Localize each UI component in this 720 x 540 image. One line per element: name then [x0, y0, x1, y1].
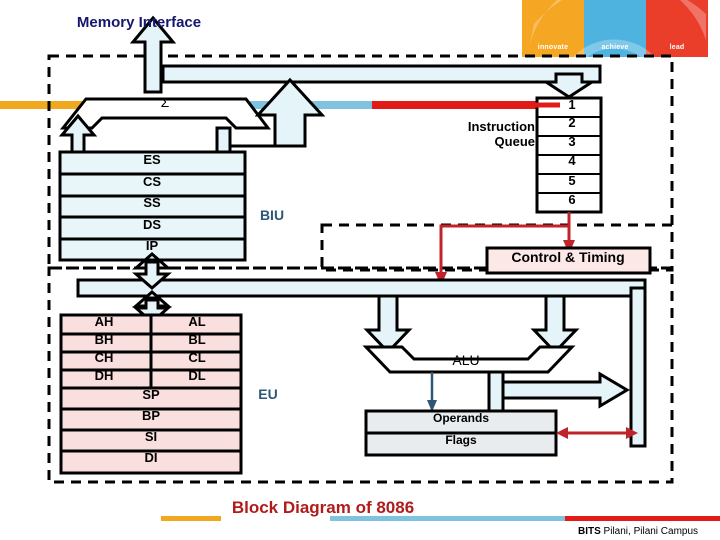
- segment-register-ds: DS: [143, 217, 161, 232]
- footer-brand: BITS Pilani, Pilani Campus: [578, 526, 698, 537]
- svg-text:BITS Pilani, Pilani Campus: BITS Pilani, Pilani Campus: [578, 526, 698, 537]
- control-timing-label: Control & Timing: [511, 249, 624, 265]
- register-dh: DH: [95, 368, 114, 383]
- instruction-queue-label-line1: Instruction: [468, 119, 535, 134]
- queue-slot-1: 1: [568, 97, 575, 112]
- eu-label: EU: [258, 386, 277, 402]
- register-bp: BP: [142, 408, 160, 423]
- register-dl: DL: [188, 368, 205, 383]
- instruction-queue-box: 1 2 3 4 5 6: [535, 96, 603, 214]
- logo-text-lead: lead: [670, 44, 685, 51]
- register-ah: AH: [95, 314, 114, 329]
- alu-to-operands-arrow: [427, 372, 437, 412]
- flags-control-link: [556, 427, 638, 439]
- slide-canvas: innovate achieve lead Memory Interface Σ: [0, 0, 720, 540]
- register-bl: BL: [188, 332, 205, 347]
- logo-text-innovate: innovate: [538, 44, 568, 51]
- register-sp: SP: [142, 387, 160, 402]
- alu-label: ALU: [452, 352, 479, 368]
- queue-slot-4: 4: [568, 153, 576, 168]
- logo-text-achieve: achieve: [601, 44, 628, 51]
- segment-registers-box: ES CS SS DS IP: [58, 150, 247, 262]
- queue-slot-3: 3: [568, 134, 575, 149]
- memory-interface-label: Memory Interface: [77, 14, 201, 31]
- register-bh: BH: [95, 332, 114, 347]
- footer-brand-rest: Pilani, Pilani Campus: [601, 526, 698, 537]
- queue-slot-5: 5: [568, 173, 575, 188]
- alu-input-arrows: [363, 294, 580, 355]
- register-si: SI: [145, 429, 157, 444]
- title-rule-orange: [161, 516, 221, 521]
- alu-block: ALU: [362, 345, 576, 374]
- register-cl: CL: [188, 350, 205, 365]
- operands-flags-box: Operands Flags: [364, 409, 558, 457]
- biu-label: BIU: [260, 207, 284, 223]
- title-banner: Block Diagram of 8086: [161, 498, 720, 521]
- instruction-queue-label-line2: Queue: [495, 134, 535, 149]
- queue-slot-2: 2: [568, 115, 575, 130]
- register-di: DI: [145, 450, 158, 465]
- queue-slot-6: 6: [568, 192, 575, 207]
- footer-brand-bold: BITS: [578, 526, 601, 537]
- register-al: AL: [188, 314, 205, 329]
- eu-data-bus: [76, 278, 647, 298]
- biu-address-bus: [161, 64, 602, 84]
- bus-feed-arrow: [254, 77, 326, 148]
- register-ch: CH: [95, 350, 114, 365]
- general-registers-box: AH AL BH BL CH CL DH DL SP BP SI DI: [59, 313, 243, 475]
- title-rule-red: [565, 516, 720, 521]
- segment-register-ss: SS: [143, 195, 161, 210]
- segment-register-cs: CS: [143, 174, 161, 189]
- page-title: Block Diagram of 8086: [232, 498, 414, 517]
- segment-register-ip: IP: [146, 238, 159, 253]
- segment-register-es: ES: [143, 152, 161, 167]
- adder-sigma-symbol: Σ: [161, 94, 170, 110]
- operands-label: Operands: [433, 411, 489, 425]
- flags-label: Flags: [445, 433, 477, 447]
- control-timing-box: Control & Timing: [485, 246, 652, 275]
